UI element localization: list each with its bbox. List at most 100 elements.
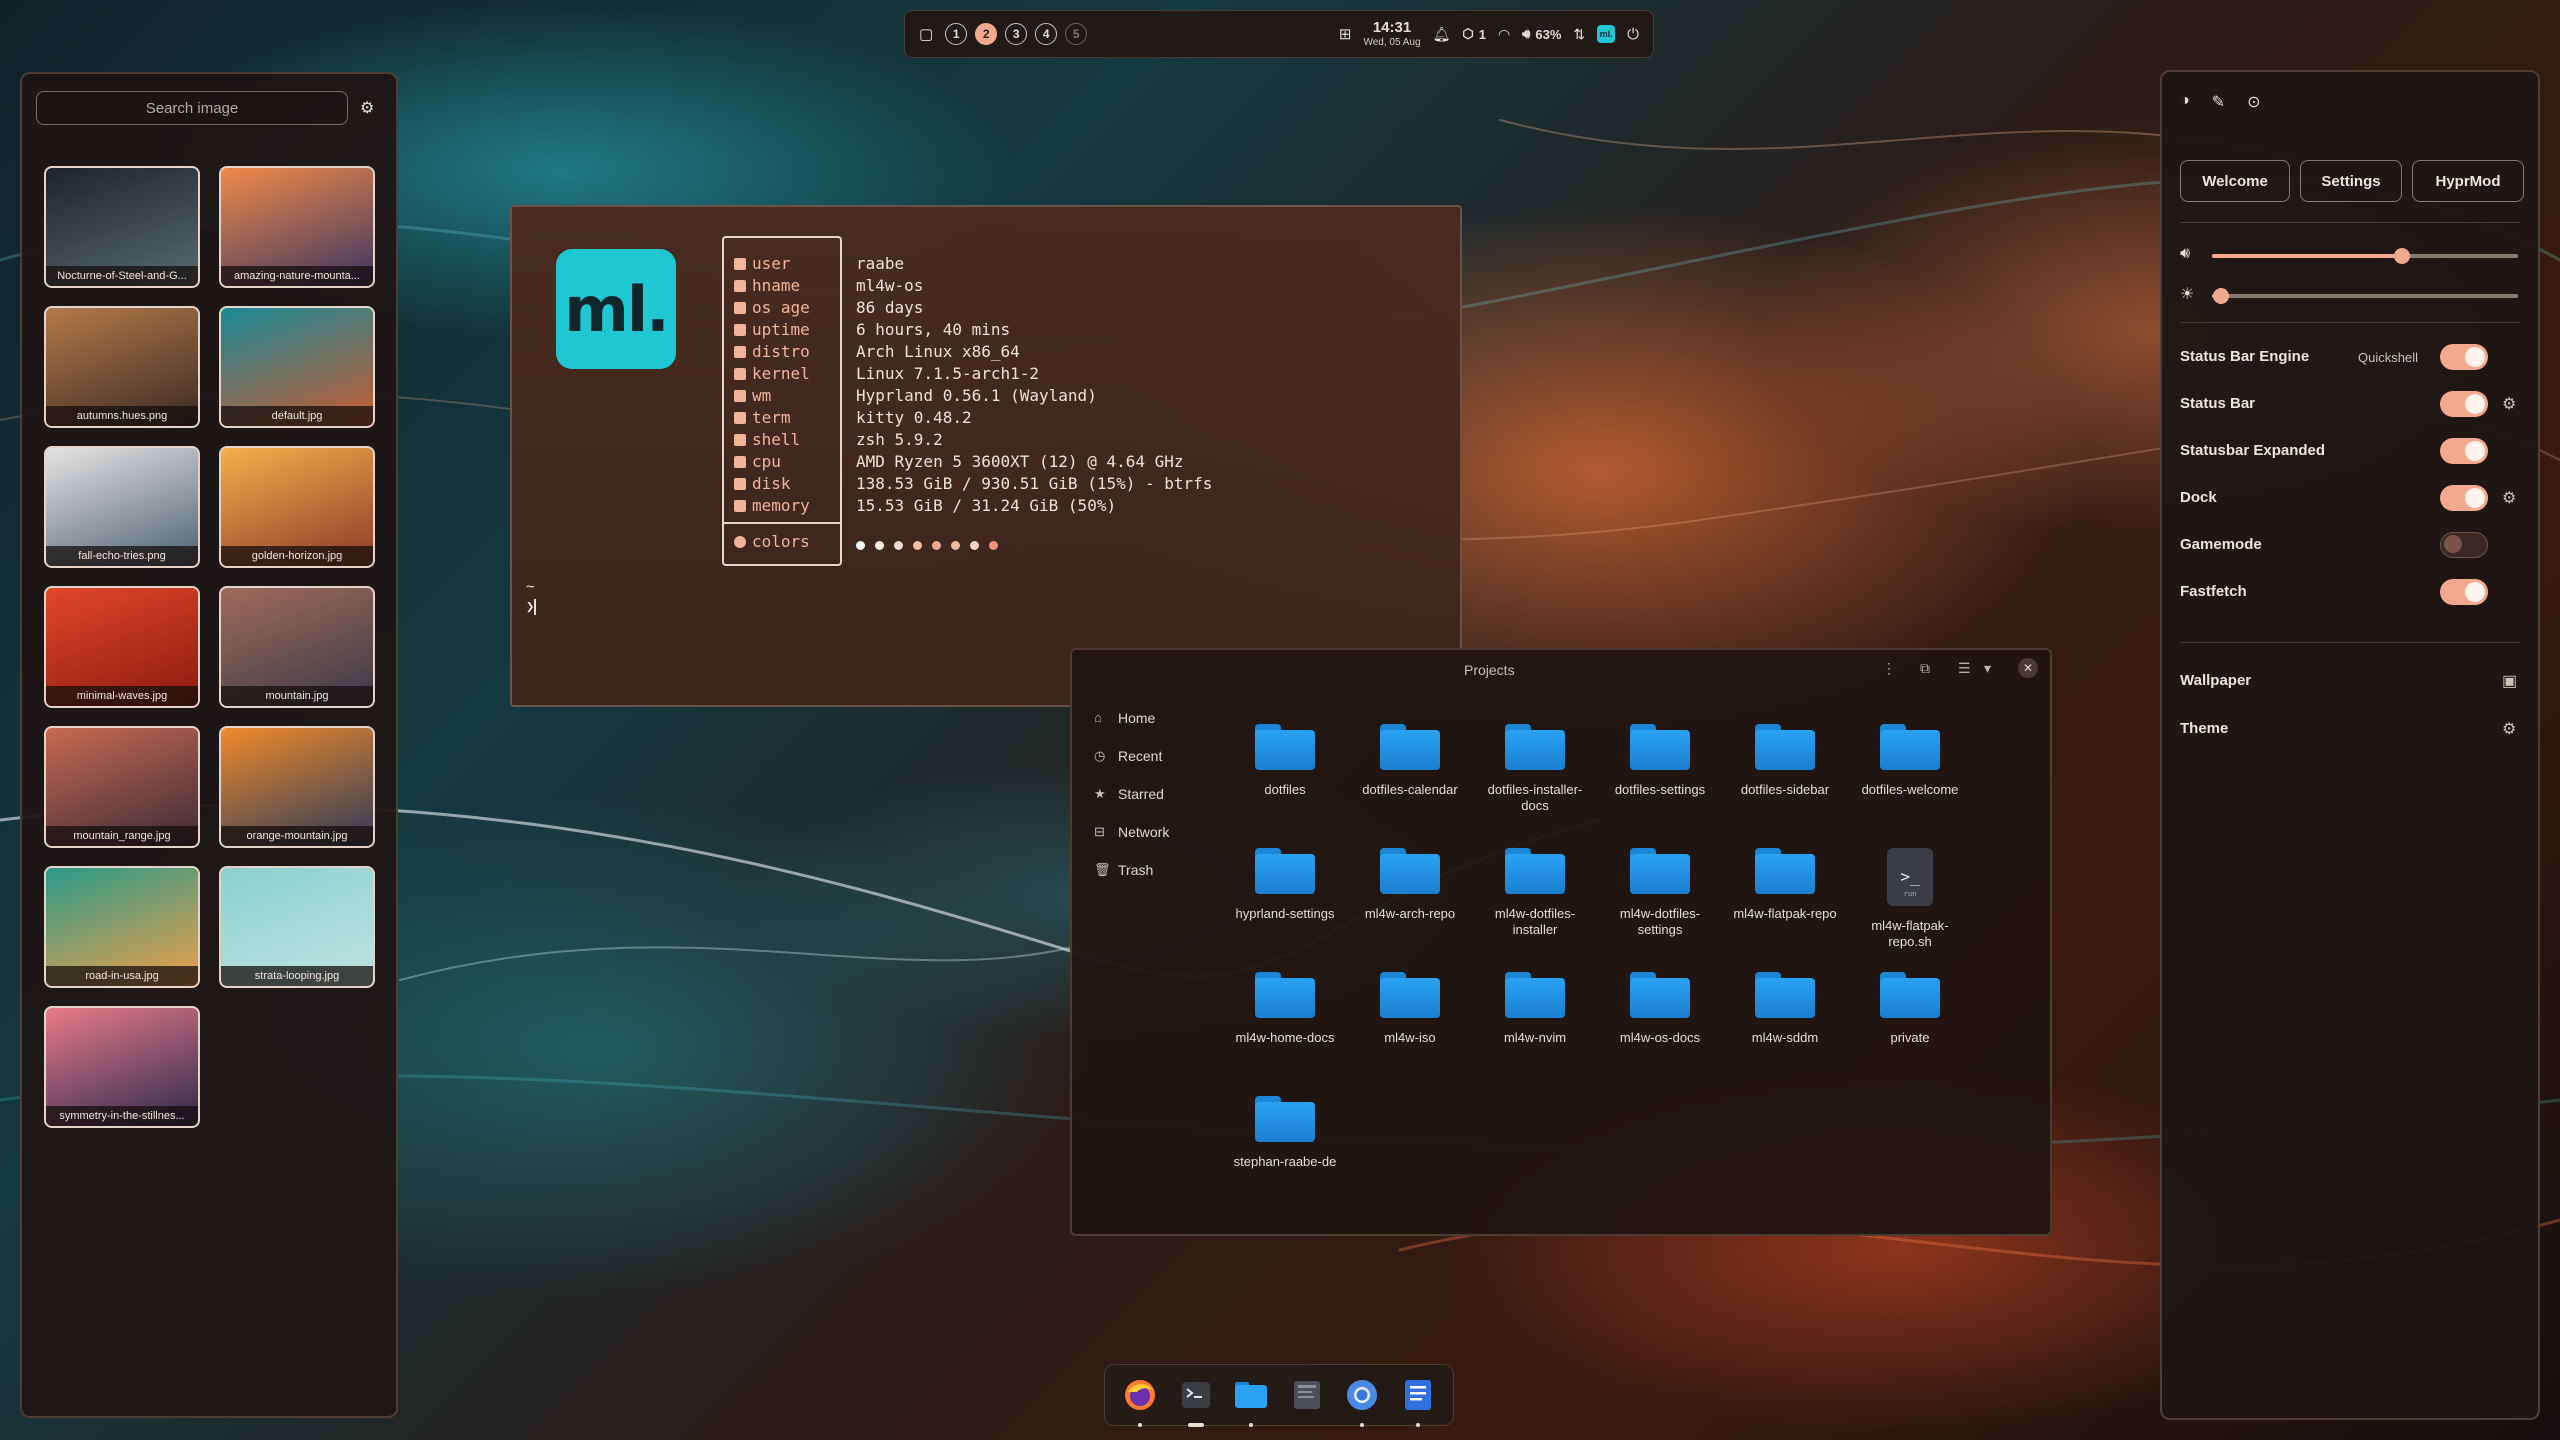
- wallpaper-icon[interactable]: ▣: [2502, 671, 2517, 691]
- files-icon[interactable]: [1231, 1375, 1271, 1427]
- fastfetch-key-colors: colors: [734, 532, 810, 551]
- file-manager-window[interactable]: Projects ⋮ ⧉ ☰ ▾ ✕ ⌂ Home ◷ Recent ★ Starred ⊟…: [1070, 648, 2052, 1236]
- folder-item[interactable]: stephan-raabe-de: [1225, 1096, 1345, 1170]
- wallpaper-thumbnail[interactable]: fall-echo-tries.png: [44, 446, 200, 568]
- script-icon: >_ run: [1887, 848, 1933, 906]
- sidebar-item-home[interactable]: ⌂ Home: [1094, 710, 1155, 726]
- status-bar-toggle[interactable]: [2440, 391, 2488, 417]
- wallpaper-thumbnail[interactable]: default.jpg: [219, 306, 375, 428]
- folder-item[interactable]: dotfiles: [1225, 724, 1345, 798]
- gauge-icon[interactable]: ◠: [1498, 26, 1510, 43]
- folder-item[interactable]: ml4w-arch-repo: [1350, 848, 1470, 922]
- text-editor-icon[interactable]: [1287, 1375, 1327, 1415]
- settings-button[interactable]: Settings: [2300, 160, 2402, 202]
- fastfetch-toggle[interactable]: [2440, 579, 2488, 605]
- folder-item[interactable]: ml4w-sddm: [1725, 972, 1845, 1046]
- gear-icon[interactable]: ⚙: [2502, 719, 2516, 739]
- workspace-4[interactable]: 4: [1035, 23, 1058, 45]
- wallpaper-thumbnail[interactable]: mountain_range.jpg: [44, 726, 200, 848]
- sidebar-item-recent[interactable]: ◷ Recent: [1094, 748, 1162, 764]
- folder-item[interactable]: ml4w-flatpak-repo: [1725, 848, 1845, 922]
- terminal-icon[interactable]: [1176, 1375, 1216, 1427]
- dock-toggle[interactable]: [2440, 485, 2488, 511]
- slider-handle[interactable]: [2393, 248, 2410, 264]
- fastfetch-value-distro: Arch Linux x86_64: [856, 342, 1020, 361]
- sidebar-item-starred[interactable]: ★ Starred: [1094, 786, 1164, 802]
- menu-icon[interactable]: ⋮: [1882, 660, 1896, 677]
- camera-icon[interactable]: ⊙: [2247, 92, 2260, 112]
- wallpaper-thumbnail[interactable]: mountain.jpg: [219, 586, 375, 708]
- welcome-button[interactable]: Welcome: [2180, 160, 2290, 202]
- status-bar-engine-toggle[interactable]: [2440, 344, 2488, 370]
- statusbar-expanded-toggle[interactable]: [2440, 438, 2488, 464]
- workspace-5[interactable]: 5: [1065, 23, 1088, 45]
- folder-item[interactable]: dotfiles-welcome: [1850, 724, 1970, 798]
- gear-icon[interactable]: ⚙: [2502, 488, 2516, 508]
- notes-icon[interactable]: [1398, 1375, 1438, 1427]
- new-folder-icon[interactable]: ⧉: [1920, 660, 1930, 677]
- close-icon[interactable]: ✕: [2018, 658, 2038, 678]
- script-file[interactable]: >_ run ml4w-flatpak-repo.sh: [1850, 848, 1970, 950]
- slider-handle[interactable]: [2213, 288, 2230, 304]
- window-icon[interactable]: ▢: [919, 25, 933, 43]
- wallpaper-name: road-in-usa.jpg: [46, 966, 198, 986]
- chromium-icon[interactable]: [1342, 1375, 1382, 1427]
- folder-item[interactable]: ml4w-dotfiles-installer: [1475, 848, 1595, 938]
- color-picker-icon[interactable]: ✎: [2212, 92, 2225, 112]
- wallpaper-thumbnail[interactable]: symmetry-in-the-stillnes...: [44, 1006, 200, 1128]
- gamemode-toggle[interactable]: [2440, 532, 2488, 558]
- wallpaper-thumbnail[interactable]: autumns.hues.png: [44, 306, 200, 428]
- view-list-icon[interactable]: ☰: [1958, 660, 1971, 677]
- workspace-3[interactable]: 3: [1005, 23, 1028, 45]
- folder-item[interactable]: hyprland-settings: [1225, 848, 1345, 922]
- volume-slider[interactable]: [2212, 248, 2518, 264]
- wallpaper-link[interactable]: Wallpaper: [2180, 672, 2251, 689]
- folder-item[interactable]: ml4w-nvim: [1475, 972, 1595, 1046]
- item-label: dotfiles-installer-docs: [1487, 782, 1583, 813]
- sidebar-item-trash[interactable]: 🗑︎ Trash: [1094, 862, 1153, 878]
- workspace-1[interactable]: 1: [945, 23, 968, 45]
- workspace-2[interactable]: 2: [975, 23, 998, 45]
- folder-item[interactable]: dotfiles-settings: [1600, 724, 1720, 798]
- folder-item[interactable]: dotfiles-calendar: [1350, 724, 1470, 798]
- updates-indicator[interactable]: ⬡ 1: [1462, 26, 1486, 42]
- folder-body: [1755, 978, 1815, 1018]
- firefox-icon[interactable]: [1120, 1375, 1160, 1427]
- folder-item[interactable]: ml4w-dotfiles-settings: [1600, 848, 1720, 938]
- power-icon[interactable]: ⏻: [1627, 26, 1639, 43]
- folder-item[interactable]: dotfiles-installer-docs: [1475, 724, 1595, 814]
- contrast-icon[interactable]: ◑: [2180, 92, 2190, 112]
- brightness-slider[interactable]: [2212, 288, 2518, 304]
- folder-item[interactable]: private: [1850, 972, 1970, 1046]
- wallpaper-thumbnail[interactable]: strata-looping.jpg: [219, 866, 375, 988]
- folder-item[interactable]: dotfiles-sidebar: [1725, 724, 1845, 798]
- wallpaper-thumbnail[interactable]: Nocturne-of-Steel-and-G...: [44, 166, 200, 288]
- fastfetch-value-uptime: 6 hours, 40 mins: [856, 320, 1011, 339]
- chevron-down-icon[interactable]: ▾: [1984, 660, 1991, 677]
- wallpaper-thumbnail[interactable]: road-in-usa.jpg: [44, 866, 200, 988]
- prompt-line[interactable]: ❯: [526, 599, 537, 615]
- apps-grid-icon[interactable]: ⊞: [1339, 25, 1352, 43]
- volume-indicator[interactable]: 🔊︎ 63%: [1522, 26, 1561, 42]
- wallpaper-thumbnail[interactable]: amazing-nature-mounta...: [219, 166, 375, 288]
- folder-item[interactable]: ml4w-home-docs: [1225, 972, 1345, 1046]
- terminal-window[interactable]: ml. user raabe hname ml4w-os os age 86 days up…: [510, 205, 1462, 707]
- ml-logo-icon[interactable]: ml.: [1597, 25, 1616, 43]
- prompt-dir: ~: [526, 579, 535, 595]
- theme-link[interactable]: Theme: [2180, 720, 2228, 737]
- network-icon[interactable]: ⇅: [1573, 26, 1585, 43]
- wallpaper-thumbnail[interactable]: golden-horizon.jpg: [219, 446, 375, 568]
- gear-icon[interactable]: ⚙: [360, 98, 374, 118]
- fastfetch-key-memory: memory: [734, 496, 810, 515]
- sidebar-item-network[interactable]: ⊟ Network: [1094, 824, 1169, 840]
- folder-item[interactable]: ml4w-os-docs: [1600, 972, 1720, 1046]
- wallpaper-thumbnail[interactable]: minimal-waves.jpg: [44, 586, 200, 708]
- clock[interactable]: 14:31 Wed, 05 Aug: [1363, 20, 1420, 48]
- bell-icon[interactable]: 🔔︎: [1433, 26, 1451, 43]
- search-input[interactable]: Search image: [36, 91, 348, 125]
- folder-item[interactable]: ml4w-iso: [1350, 972, 1470, 1046]
- wallpaper-thumbnail[interactable]: orange-mountain.jpg: [219, 726, 375, 848]
- gear-icon[interactable]: ⚙: [2502, 394, 2516, 414]
- gamemode-label: Gamemode: [2180, 536, 2262, 553]
- hyprmod-button[interactable]: HyprMod: [2412, 160, 2524, 202]
